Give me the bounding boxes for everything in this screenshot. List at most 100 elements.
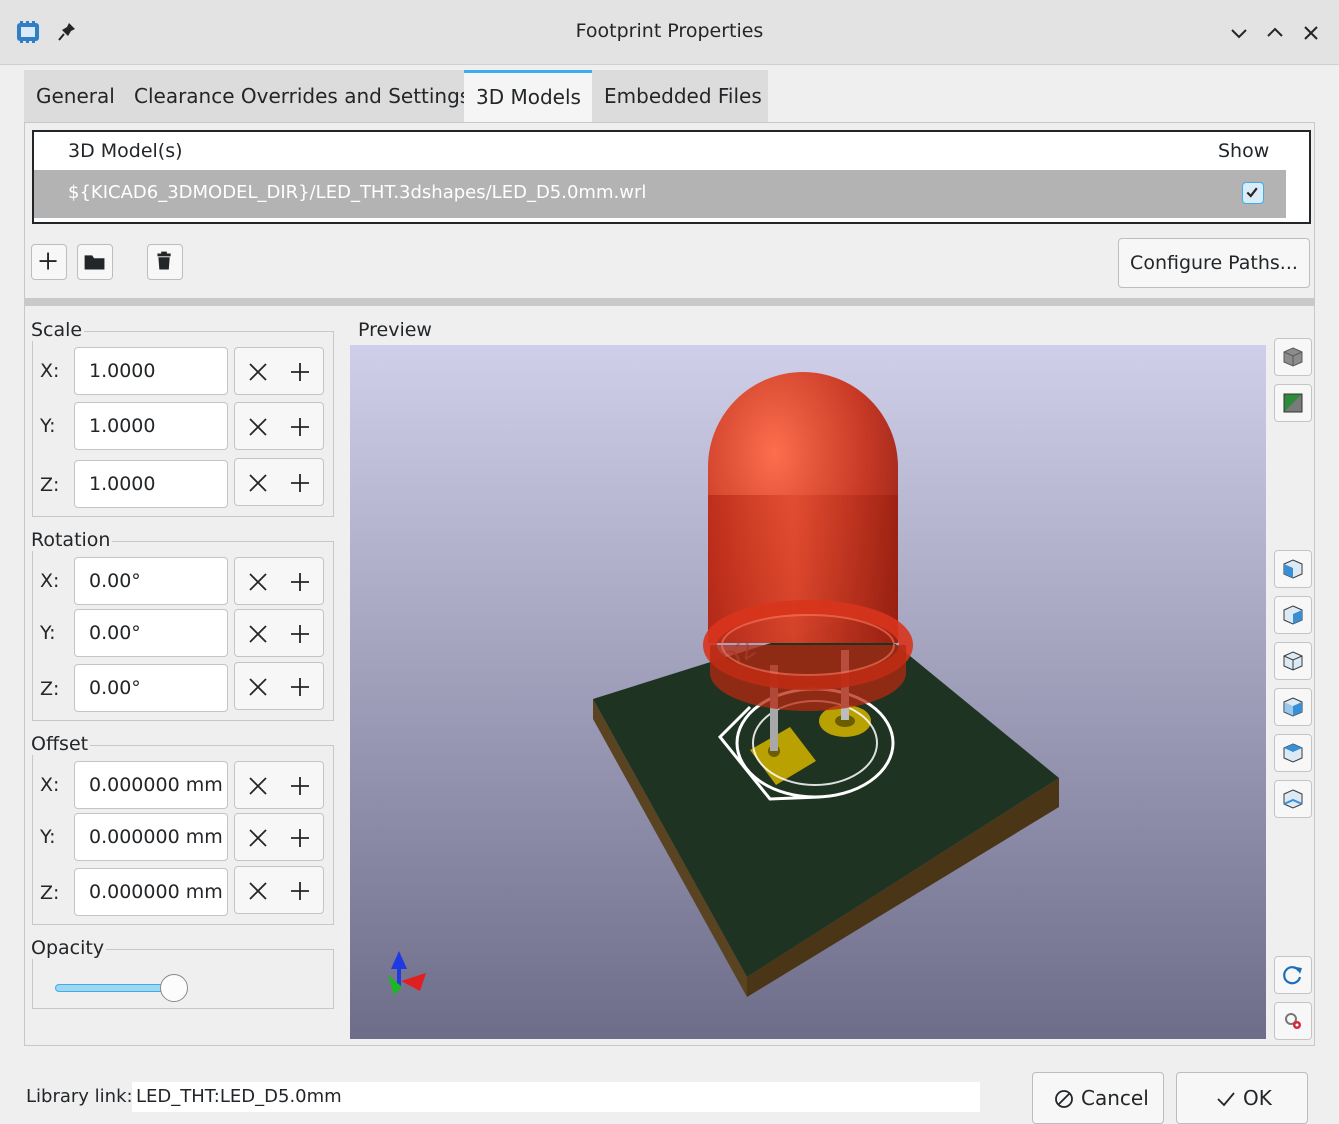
scale-z-spin[interactable] bbox=[234, 458, 324, 506]
scale-x-spin[interactable] bbox=[234, 347, 324, 395]
table-row[interactable]: ${KICAD6_3DMODEL_DIR}/LED_THT.3dshapes/L… bbox=[34, 170, 1286, 218]
rotation-y-label: Y: bbox=[40, 622, 56, 644]
offset-z-spin[interactable] bbox=[234, 866, 324, 914]
3d-model-render: D2 bbox=[388, 372, 1059, 997]
rotation-z-spin[interactable] bbox=[234, 662, 324, 710]
minimize-icon[interactable] bbox=[1226, 20, 1252, 46]
x-icon bbox=[249, 573, 267, 591]
window-title: Footprint Properties bbox=[575, 20, 764, 42]
offset-x-spin[interactable] bbox=[234, 761, 324, 809]
tab-embedded-files[interactable]: Embedded Files bbox=[592, 70, 768, 122]
scale-y-spin[interactable] bbox=[234, 402, 324, 450]
ok-button[interactable]: OK bbox=[1176, 1072, 1308, 1124]
ok-label: OK bbox=[1243, 1086, 1272, 1110]
rotation-y-field[interactable]: 0.00° bbox=[74, 609, 228, 657]
tab-clearance-overrides[interactable]: Clearance Overrides and Settings bbox=[122, 70, 470, 122]
scale-z-label: Z: bbox=[40, 474, 60, 496]
view-bottom-button[interactable] bbox=[1274, 780, 1312, 818]
offset-y-label: Y: bbox=[40, 826, 56, 848]
view-top-button[interactable] bbox=[1274, 734, 1312, 772]
add-model-button[interactable] bbox=[31, 244, 67, 280]
offset-y-spin[interactable] bbox=[234, 813, 324, 861]
scale-y-label: Y: bbox=[40, 415, 56, 437]
rotation-x-field[interactable]: 0.00° bbox=[74, 557, 228, 605]
x-icon bbox=[249, 678, 267, 696]
plus-icon bbox=[291, 474, 309, 492]
x-icon bbox=[249, 829, 267, 847]
models-table: 3D Model(s) Show ${KICAD6_3DMODEL_DIR}/L… bbox=[32, 130, 1311, 224]
material-button[interactable] bbox=[1274, 384, 1312, 422]
view-back-icon bbox=[1283, 605, 1303, 625]
plus-icon bbox=[291, 882, 309, 900]
rotation-x-label: X: bbox=[40, 570, 60, 592]
scale-y-field[interactable]: 1.0000 bbox=[74, 402, 228, 450]
checkmark-icon bbox=[1217, 1092, 1235, 1107]
library-link-label: Library link: bbox=[26, 1086, 133, 1107]
offset-x-field[interactable]: 0.000000 mm bbox=[74, 761, 228, 809]
browse-model-button[interactable] bbox=[77, 244, 113, 280]
offset-z-label: Z: bbox=[40, 882, 60, 904]
3d-preview-canvas[interactable]: D2 bbox=[350, 345, 1266, 1039]
opacity-slider-track[interactable] bbox=[55, 984, 175, 992]
view-bottom-icon bbox=[1283, 789, 1303, 809]
close-icon[interactable] bbox=[1298, 20, 1324, 46]
view-left-button[interactable] bbox=[1274, 642, 1312, 680]
checkmark-icon bbox=[1246, 187, 1258, 198]
plus-icon bbox=[291, 363, 309, 381]
plus-icon bbox=[291, 418, 309, 436]
scale-x-label: X: bbox=[40, 360, 60, 382]
preview-settings-button[interactable] bbox=[1274, 1002, 1312, 1040]
tab-3d-models[interactable]: 3D Models bbox=[464, 70, 592, 122]
trash-icon bbox=[157, 251, 171, 270]
view-right-button[interactable] bbox=[1274, 688, 1312, 726]
opacity-slider-handle[interactable] bbox=[160, 974, 188, 1002]
show-checkbox[interactable] bbox=[1242, 182, 1264, 204]
view-top-icon bbox=[1283, 743, 1303, 763]
rotation-y-spin[interactable] bbox=[234, 609, 324, 657]
rotation-x-spin[interactable] bbox=[234, 557, 324, 605]
plus-icon bbox=[291, 573, 309, 591]
scale-z-field[interactable]: 1.0000 bbox=[74, 460, 228, 508]
x-icon bbox=[249, 625, 267, 643]
delete-model-button[interactable] bbox=[147, 244, 183, 280]
plus-icon bbox=[291, 678, 309, 696]
maximize-icon[interactable] bbox=[1262, 20, 1288, 46]
scale-x-field[interactable]: 1.0000 bbox=[74, 347, 228, 395]
tab-general[interactable]: General bbox=[24, 70, 122, 122]
cancel-label: Cancel bbox=[1081, 1086, 1149, 1110]
x-icon bbox=[249, 363, 267, 381]
cube-icon bbox=[1283, 347, 1303, 367]
configure-paths-button[interactable]: Configure Paths... bbox=[1118, 238, 1310, 288]
reload-button[interactable] bbox=[1274, 956, 1312, 994]
plus-icon bbox=[291, 829, 309, 847]
model-path: ${KICAD6_3DMODEL_DIR}/LED_THT.3dshapes/L… bbox=[68, 182, 647, 203]
settings-gear-icon bbox=[1285, 1013, 1301, 1029]
view-back-button[interactable] bbox=[1274, 596, 1312, 634]
opacity-label: Opacity bbox=[31, 937, 107, 959]
x-icon bbox=[249, 418, 267, 436]
splitter[interactable] bbox=[24, 298, 1315, 306]
rotation-label: Rotation bbox=[31, 529, 113, 551]
x-icon bbox=[249, 882, 267, 900]
preview-label: Preview bbox=[358, 319, 432, 341]
library-link-value: LED_THT:LED_D5.0mm bbox=[132, 1082, 980, 1112]
offset-label: Offset bbox=[31, 733, 91, 755]
axis-gizmo bbox=[388, 951, 426, 995]
view-box-button[interactable] bbox=[1274, 338, 1312, 376]
plus-icon bbox=[291, 777, 309, 795]
cancel-icon bbox=[1055, 1090, 1073, 1108]
offset-y-field[interactable]: 0.000000 mm bbox=[74, 813, 228, 861]
footprint-properties-dialog: Footprint Properties General Clearance O… bbox=[0, 0, 1339, 1124]
material-icon bbox=[1283, 393, 1303, 413]
column-header-model: 3D Model(s) bbox=[68, 140, 183, 162]
cancel-button[interactable]: Cancel bbox=[1032, 1072, 1164, 1124]
view-front-icon bbox=[1283, 559, 1303, 579]
view-left-icon bbox=[1283, 651, 1303, 671]
rotation-z-field[interactable]: 0.00° bbox=[74, 664, 228, 712]
rotation-z-label: Z: bbox=[40, 678, 60, 700]
plus-icon bbox=[291, 625, 309, 643]
view-front-button[interactable] bbox=[1274, 550, 1312, 588]
title-bar: Footprint Properties bbox=[0, 0, 1339, 65]
offset-z-field[interactable]: 0.000000 mm bbox=[74, 868, 228, 916]
plus-icon bbox=[39, 252, 57, 270]
